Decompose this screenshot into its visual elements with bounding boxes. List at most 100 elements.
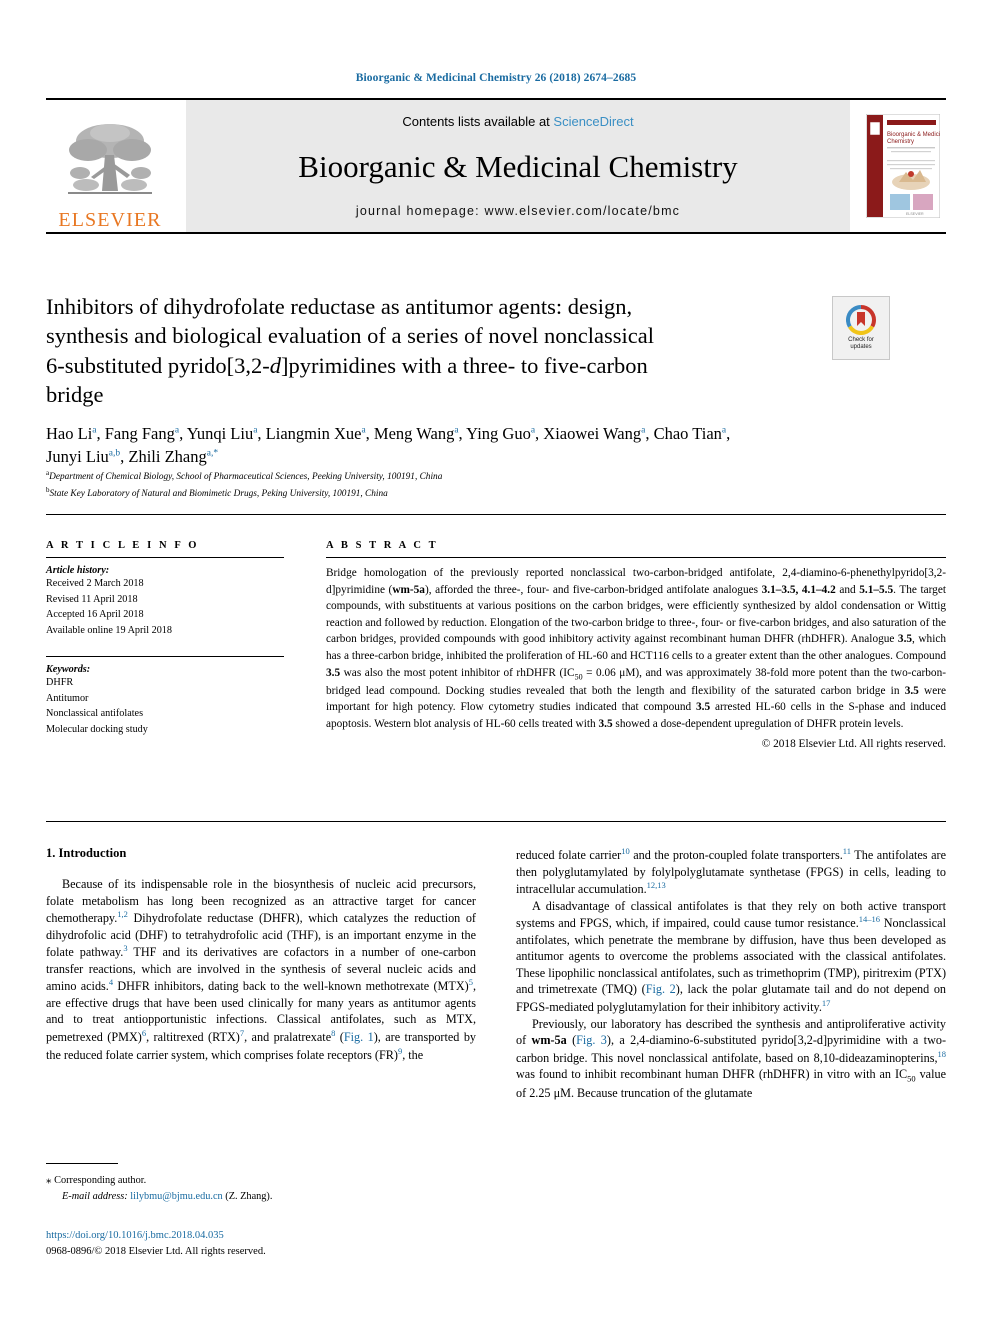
citation-ref[interactable]: 18 (938, 1049, 947, 1059)
journal-homepage-link[interactable]: journal homepage: www.elsevier.com/locat… (356, 204, 680, 218)
crossmark-line-1: Check for (848, 336, 874, 343)
abs-seg: was also the most potent inhibitor of rh… (340, 666, 575, 679)
title-line-1: Inhibitors of dihydrofolate reductase as… (46, 294, 633, 319)
svg-text:Chemistry: Chemistry (887, 139, 914, 145)
contents-available-line: Contents lists available at ScienceDirec… (402, 114, 633, 129)
p-seg: , and pralatrexate (244, 1030, 332, 1045)
intro-paragraph-1: Because of its indispensable role in the… (46, 876, 476, 1063)
abs-compound: 5.1–5.5 (859, 583, 894, 596)
journal-masthead: ELSEVIER Contents lists available at Sci… (46, 98, 946, 234)
subscript: 50 (907, 1073, 916, 1084)
abstract-heading: A B S T R A C T (326, 540, 439, 551)
sciencedirect-link[interactable]: ScienceDirect (553, 114, 633, 129)
citation-ref[interactable]: 1,2 (117, 909, 128, 919)
citation-ref[interactable]: 12,13 (647, 880, 666, 890)
crossmark-label: Check for updates (848, 337, 874, 352)
p-seg: DHFR inhibitors, dating back to the well… (113, 979, 469, 994)
abs-compound: wm-5a (392, 583, 425, 596)
footnote-divider (46, 1163, 118, 1164)
email-suffix: (Z. Zhang). (222, 1190, 273, 1202)
affiliation-a-text: Department of Chemical Biology, School o… (49, 472, 443, 483)
cover-image: Bioorganic & Medicinal Chemistry ELSEVIE… (866, 114, 940, 218)
elsevier-wordmark: ELSEVIER (58, 209, 162, 231)
elsevier-tree-icon (68, 124, 152, 194)
keyword-item: Molecular docking study (46, 723, 148, 735)
copyright-line: © 2018 Elsevier Ltd. All rights reserved… (761, 738, 946, 751)
email-link[interactable]: lilybmu@bjmu.edu.cn (130, 1191, 222, 1202)
journal-article-page: Bioorganic & Medicinal Chemistry 26 (201… (0, 0, 992, 1323)
journal-title: Bioorganic & Medicinal Chemistry (298, 149, 738, 184)
title-line-3-italic: d (269, 352, 281, 378)
citation-ref[interactable]: 10 (621, 846, 630, 856)
article-info-rule (46, 557, 284, 558)
journal-cover-thumbnail: Bioorganic & Medicinal Chemistry ELSEVIE… (860, 100, 946, 232)
article-info-heading: A R T I C L E I N F O (46, 540, 200, 551)
abs-compound: 3.5 (696, 701, 711, 714)
compound-name: wm-5a (531, 1033, 567, 1048)
title-line-3b: ]pyrimidines with a three- to five-carbo… (280, 352, 648, 378)
history-online: Available online 19 April 2018 (46, 624, 172, 636)
abs-compound: 3.5 (897, 633, 913, 646)
doi-block: https://doi.org/10.1016/j.bmc.2018.04.03… (46, 1228, 476, 1260)
history-revised: Revised 11 April 2018 (46, 593, 138, 605)
keyword-item: DHFR (46, 677, 74, 688)
title-line-4: bridge (46, 381, 104, 407)
history-received: Received 2 March 2018 (46, 578, 144, 589)
abs-compound: 3.1–3.5, 4.1–4.2 (761, 583, 836, 596)
abs-seg: and (835, 583, 860, 596)
svg-text:Bioorganic & Medicinal: Bioorganic & Medicinal (887, 132, 940, 138)
intro-paragraph-3: Previously, our laboratory has described… (516, 1016, 946, 1102)
keywords-rule (46, 656, 284, 657)
affiliation-b: bState Key Laboratory of Natural and Bio… (46, 485, 388, 499)
elsevier-logo: ELSEVIER (46, 100, 174, 232)
body-column-left: 1. Introduction Because of its indispens… (46, 846, 476, 1063)
running-head: Bioorganic & Medicinal Chemistry 26 (201… (355, 72, 637, 84)
section-heading-introduction: 1. Introduction (46, 846, 127, 860)
corresponding-author-note: ⁎ Corresponding author. (46, 1172, 476, 1189)
doi-link[interactable]: https://doi.org/10.1016/j.bmc.2018.04.03… (46, 1228, 476, 1244)
intro-paragraph-1-continued: reduced folate carrier10 and the proton-… (516, 846, 946, 898)
citation-ref[interactable]: 14–16 (859, 914, 880, 924)
p-seg: ( (566, 1033, 577, 1048)
author-list: Hao Lia, Fang Fanga, Yunqi Liua, Liangmi… (46, 422, 946, 469)
crossmark-badge[interactable]: Check for updates (832, 296, 890, 360)
email-line: E-mail address: lilybmu@bjmu.edu.cn (Z. … (46, 1189, 476, 1204)
abs-seg: ), afforded the three-, four- and five-c… (424, 583, 762, 596)
intro-paragraph-2: A disadvantage of classical antifolates … (516, 898, 946, 1016)
keyword-item: Nonclassical antifolates (46, 708, 144, 719)
article-history-label: Article history: (46, 565, 110, 576)
citation-ref[interactable]: 11 (843, 846, 851, 856)
figure-link-3[interactable]: Fig. 3 (576, 1033, 607, 1047)
article-info-column: A R T I C L E I N F O Article history: R… (46, 540, 284, 737)
abstract-text: Bridge homologation of the previously re… (326, 565, 946, 732)
citation-ref[interactable]: 17 (822, 998, 831, 1008)
email-label: E-mail address: (62, 1190, 128, 1202)
p-seg: ( (335, 1030, 344, 1045)
asterisk-marker: ⁎ (46, 1174, 52, 1186)
divider-above-body (46, 821, 946, 822)
abstract-rule (326, 557, 946, 558)
crossmark-icon (846, 304, 876, 335)
figure-link-2[interactable]: Fig. 2 (646, 982, 676, 996)
journal-band: Contents lists available at ScienceDirec… (186, 100, 850, 232)
abs-subscript: 50 (574, 671, 583, 681)
contents-prefix: Contents lists available at (402, 114, 554, 129)
abs-compound: 3.5 (904, 684, 919, 697)
author-line-2: Junyi Liua,b, Zhili Zhanga,* (46, 447, 219, 467)
figure-link-1[interactable]: Fig. 1 (344, 1030, 374, 1044)
abs-compound: 3.5 (598, 717, 613, 730)
affiliation-list: aDepartment of Chemical Biology, School … (46, 468, 946, 501)
p-seg: reduced folate carrier (516, 848, 622, 863)
footnote-block: ⁎ Corresponding author. E-mail address: … (46, 1172, 476, 1204)
affiliation-b-text: State Key Laboratory of Natural and Biom… (49, 488, 388, 499)
article-title-block: Inhibitors of dihydrofolate reductase as… (46, 292, 826, 409)
divider-above-abstract (46, 514, 946, 515)
p-seg: was found to inhibit recombinant human D… (516, 1067, 908, 1082)
corresponding-author-text: Corresponding author. (54, 1175, 147, 1186)
body-column-right: reduced folate carrier10 and the proton-… (516, 846, 946, 1102)
svg-text:ELSEVIER: ELSEVIER (906, 212, 924, 216)
crossmark-line-2: updates (850, 344, 872, 350)
keywords-label: Keywords: (46, 664, 91, 675)
affiliation-a: aDepartment of Chemical Biology, School … (46, 469, 443, 483)
